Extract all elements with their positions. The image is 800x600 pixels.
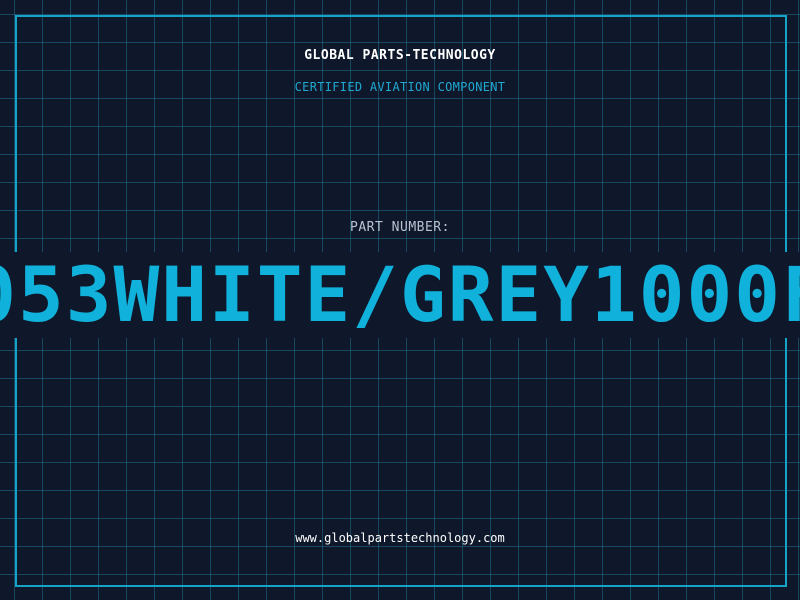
part-number-value: 053WHITE/GREY1000F (0, 252, 800, 338)
company-name: GLOBAL PARTS-TECHNOLOGY (304, 48, 496, 63)
part-number-band: 053WHITE/GREY1000F (0, 252, 800, 338)
website-url: www.globalpartstechnology.com (295, 531, 505, 545)
part-number-label: PART NUMBER: (350, 220, 450, 235)
certification-tagline: CERTIFIED AVIATION COMPONENT (294, 80, 506, 94)
label-canvas: GLOBAL PARTS-TECHNOLOGY CERTIFIED AVIATI… (0, 0, 800, 600)
